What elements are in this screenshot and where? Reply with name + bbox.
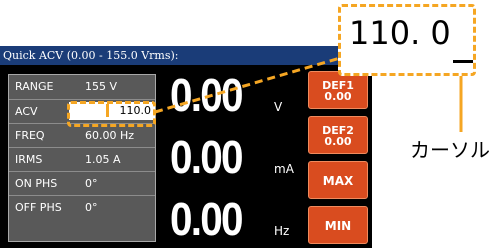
cursor-callout-label: カーソル [410, 138, 490, 162]
zoom-cursor-underline [453, 60, 473, 63]
zoom-callout: 110. 0 [338, 4, 476, 76]
zoom-value: 110. 0 [349, 14, 451, 52]
